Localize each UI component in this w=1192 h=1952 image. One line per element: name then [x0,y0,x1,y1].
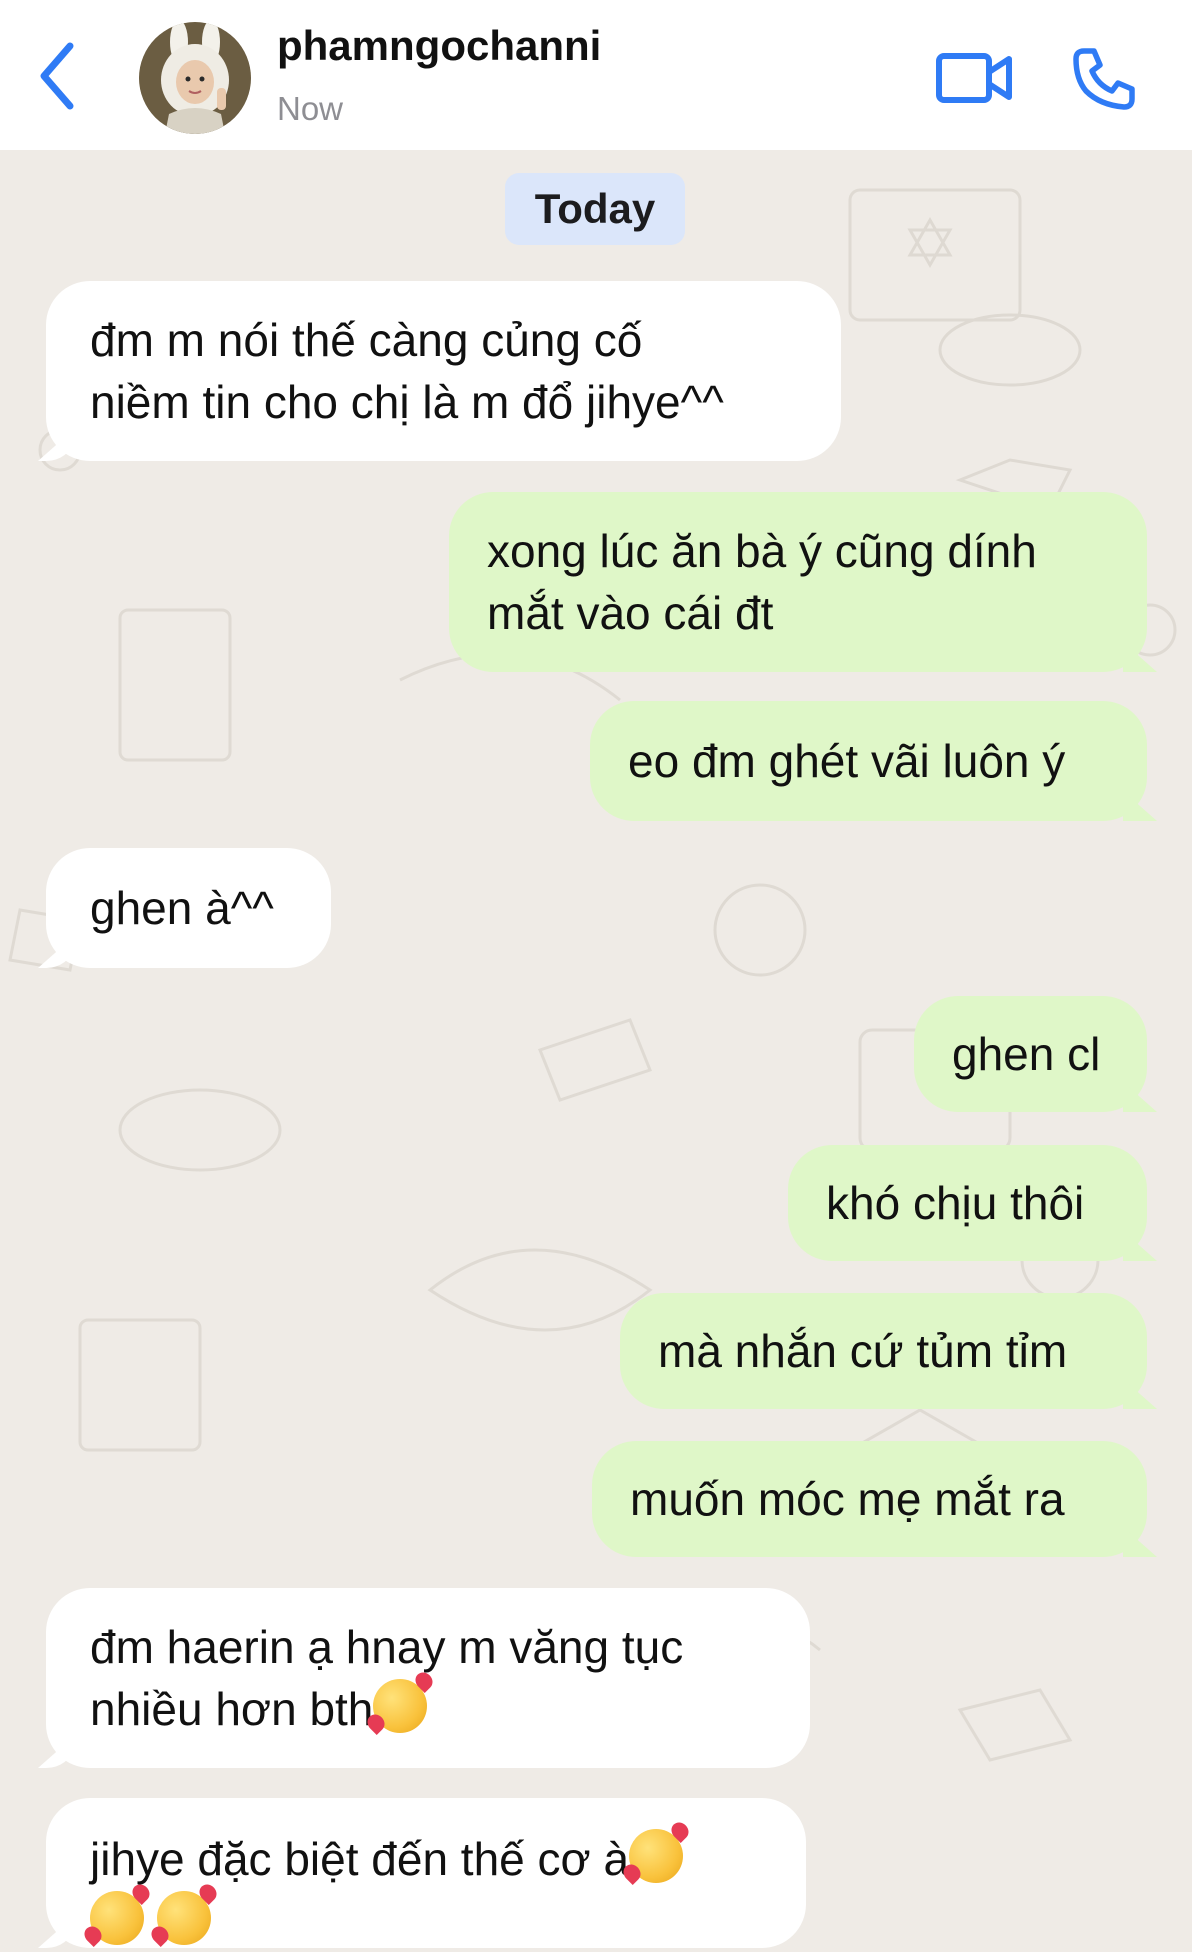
video-call-button[interactable] [935,48,1015,108]
message-bubble-outgoing[interactable]: xong lúc ăn bà ý cũng dính mắt vào cái đ… [449,492,1147,672]
contact-name[interactable]: phamngochanni [277,22,601,70]
message-bubble-outgoing[interactable]: khó chịu thôi [788,1145,1147,1261]
message-bubble-outgoing[interactable]: eo đm ghét vãi luôn ý [590,701,1147,821]
message-text: ghen cl [952,1028,1101,1080]
contact-status: Now [277,90,344,127]
message-text-content: jihye đặc biệt đến thế cơ à [90,1833,630,1885]
chat-header: phamngochanni Now [0,0,1192,150]
video-camera-icon [936,53,1012,103]
message-text: muốn móc mẹ mắt ra [630,1473,1065,1525]
phone-icon [1073,48,1135,110]
message-text: jihye đặc biệt đến thế cơ à [90,1828,684,1952]
voice-call-button[interactable] [1070,45,1138,113]
message-text: đm haerin ạ hnay m văng tục nhiều hơn bt… [90,1616,683,1740]
chevron-left-icon [40,42,74,110]
smiling-face-with-hearts-icon [373,1679,428,1733]
message-bubble-outgoing[interactable]: muốn móc mẹ mắt ra [592,1441,1147,1557]
smiling-face-with-hearts-icon [156,1891,211,1945]
date-separator: Today [505,173,685,245]
avatar-photo [139,22,251,134]
message-text: mà nhắn cứ tủm tỉm [658,1325,1068,1377]
message-text: khó chịu thôi [826,1177,1085,1229]
back-button[interactable] [30,36,90,116]
message-bubble-incoming[interactable]: đm haerin ạ hnay m văng tục nhiều hơn bt… [46,1588,810,1768]
message-text: eo đm ghét vãi luôn ý [628,735,1066,787]
smiling-face-with-hearts-icon [90,1891,144,1945]
message-text: ghen à^^ [90,882,274,934]
message-bubble-incoming[interactable]: ghen à^^ [46,848,331,968]
message-bubble-outgoing[interactable]: ghen cl [914,996,1147,1112]
message-bubble-incoming[interactable]: jihye đặc biệt đến thế cơ à [46,1798,806,1948]
message-text: đm m nói thế càng củng cố niềm tin cho c… [90,314,724,428]
message-text: xong lúc ăn bà ý cũng dính mắt vào cái đ… [487,525,1037,639]
message-bubble-incoming[interactable]: đm m nói thế càng củng cố niềm tin cho c… [46,281,841,461]
message-bubble-outgoing[interactable]: mà nhắn cứ tủm tỉm [620,1293,1147,1409]
smiling-face-with-hearts-icon [629,1829,684,1883]
avatar[interactable] [139,22,251,134]
